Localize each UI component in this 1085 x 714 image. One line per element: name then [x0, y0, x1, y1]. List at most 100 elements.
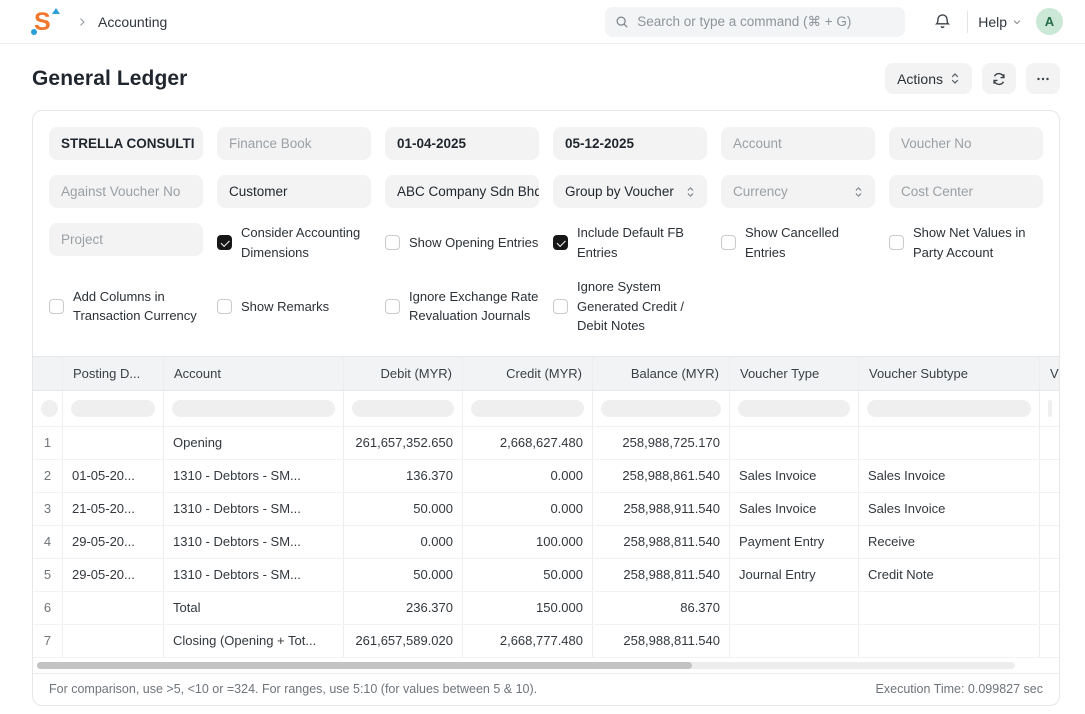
notifications-button[interactable] — [927, 7, 957, 37]
cell-credit-myr[interactable]: 150.000 — [463, 592, 593, 624]
from-date-filter[interactable]: 01-04-2025 — [385, 127, 539, 160]
refresh-button[interactable] — [982, 63, 1016, 94]
company-filter[interactable]: STRELLA CONSULTI — [49, 127, 203, 160]
checkbox-ignore-exchange-rate-revaluation-journals[interactable]: Ignore Exchange Rate Revaluation Journal… — [385, 277, 539, 336]
column-filter-input[interactable] — [352, 400, 454, 417]
app-logo-icon[interactable]: S — [34, 7, 58, 37]
checkbox-add-columns-in-transaction-currency[interactable]: Add Columns in Transaction Currency — [49, 277, 203, 336]
cell-posting-d[interactable] — [63, 592, 164, 624]
cell-balance-myr[interactable]: 258,988,725.170 — [593, 427, 730, 459]
checkbox-show-net-values-in-party-account[interactable]: Show Net Values in Party Account — [889, 223, 1043, 262]
checkbox-ignore-system-generated-credit-debit-notes[interactable]: Ignore System Generated Credit / Debit N… — [553, 277, 707, 336]
against-voucher-no-filter[interactable] — [49, 175, 203, 208]
column-header-voucher-type[interactable]: Voucher Type — [730, 357, 859, 390]
cell-v[interactable] — [1040, 625, 1060, 657]
cell-voucher-subtype[interactable]: Credit Note — [859, 559, 1040, 591]
cell-voucher-subtype[interactable] — [859, 625, 1040, 657]
account-filter[interactable] — [721, 127, 875, 160]
column-filter-input[interactable] — [738, 400, 850, 417]
cell-balance-myr[interactable]: 258,988,811.540 — [593, 559, 730, 591]
party-filter[interactable]: ABC Company Sdn Bhd — [385, 175, 539, 208]
cell-debit-myr[interactable]: 50.000 — [344, 493, 463, 525]
cell-balance-myr[interactable]: 258,988,911.540 — [593, 493, 730, 525]
help-menu[interactable]: Help — [978, 14, 1022, 30]
checkbox-show-remarks[interactable]: Show Remarks — [217, 277, 371, 336]
currency-select[interactable]: Currency — [721, 175, 875, 208]
column-filter-input[interactable] — [71, 400, 155, 417]
cell-credit-myr[interactable]: 2,668,627.480 — [463, 427, 593, 459]
cell-credit-myr[interactable]: 0.000 — [463, 460, 593, 492]
cell-credit-myr[interactable]: 2,668,777.480 — [463, 625, 593, 657]
cell-debit-myr[interactable]: 236.370 — [344, 592, 463, 624]
cell-voucher-subtype[interactable]: Sales Invoice — [859, 460, 1040, 492]
cell-balance-myr[interactable]: 258,988,811.540 — [593, 625, 730, 657]
project-filter[interactable] — [49, 223, 203, 256]
cell-voucher-subtype[interactable]: Receive — [859, 526, 1040, 558]
column-header-row-number[interactable] — [33, 357, 63, 390]
checkbox-include-default-fb-entries[interactable]: Include Default FB Entries — [553, 223, 707, 262]
cell-balance-myr[interactable]: 258,988,811.540 — [593, 526, 730, 558]
cell-posting-d[interactable]: 29-05-20... — [63, 559, 164, 591]
cell-voucher-type[interactable] — [730, 625, 859, 657]
avatar[interactable]: A — [1036, 8, 1063, 35]
cell-account[interactable]: 1310 - Debtors - SM... — [164, 559, 344, 591]
voucher-no-filter[interactable] — [889, 127, 1043, 160]
cell-v[interactable] — [1040, 427, 1060, 459]
cell-voucher-type[interactable]: Sales Invoice — [730, 460, 859, 492]
party-type-filter[interactable]: Customer — [217, 175, 371, 208]
search-input[interactable] — [637, 14, 895, 29]
checkbox-consider-accounting-dimensions[interactable]: Consider Accounting Dimensions — [217, 223, 371, 262]
column-filter-input[interactable] — [601, 400, 721, 417]
to-date-filter[interactable]: 05-12-2025 — [553, 127, 707, 160]
global-search[interactable] — [605, 7, 905, 37]
cell-account[interactable]: 1310 - Debtors - SM... — [164, 460, 344, 492]
cell-posting-d[interactable] — [63, 625, 164, 657]
cell-debit-myr[interactable]: 261,657,352.650 — [344, 427, 463, 459]
cell-balance-myr[interactable]: 86.370 — [593, 592, 730, 624]
actions-button[interactable]: Actions — [885, 63, 972, 94]
column-filter-input[interactable] — [172, 400, 335, 417]
cell-account[interactable]: Opening — [164, 427, 344, 459]
column-header-balance-myr[interactable]: Balance (MYR) — [593, 357, 730, 390]
column-header-v[interactable]: V — [1040, 357, 1060, 390]
cell-voucher-type[interactable]: Journal Entry — [730, 559, 859, 591]
cell-account[interactable]: Total — [164, 592, 344, 624]
cell-voucher-type[interactable]: Payment Entry — [730, 526, 859, 558]
scrollbar-thumb[interactable] — [37, 662, 692, 669]
cell-debit-myr[interactable]: 0.000 — [344, 526, 463, 558]
cell-voucher-subtype[interactable]: Sales Invoice — [859, 493, 1040, 525]
column-header-posting-d[interactable]: Posting D... — [63, 357, 164, 390]
column-header-account[interactable]: Account — [164, 357, 344, 390]
cell-debit-myr[interactable]: 136.370 — [344, 460, 463, 492]
cost-center-filter[interactable] — [889, 175, 1043, 208]
scrollbar-track[interactable] — [37, 662, 1015, 669]
column-filter-input[interactable] — [867, 400, 1031, 417]
cell-credit-myr[interactable]: 100.000 — [463, 526, 593, 558]
cell-account[interactable]: 1310 - Debtors - SM... — [164, 493, 344, 525]
breadcrumb[interactable]: Accounting — [98, 14, 167, 30]
cell-v[interactable] — [1040, 592, 1060, 624]
cell-balance-myr[interactable]: 258,988,861.540 — [593, 460, 730, 492]
cell-account[interactable]: Closing (Opening + Tot... — [164, 625, 344, 657]
cell-voucher-type[interactable] — [730, 427, 859, 459]
cell-posting-d[interactable]: 21-05-20... — [63, 493, 164, 525]
cell-posting-d[interactable] — [63, 427, 164, 459]
column-filter-input[interactable] — [41, 400, 58, 417]
checkbox-show-opening-entries[interactable]: Show Opening Entries — [385, 223, 539, 262]
column-filter-input[interactable] — [1048, 400, 1052, 417]
column-header-credit-myr[interactable]: Credit (MYR) — [463, 357, 593, 390]
cell-v[interactable] — [1040, 526, 1060, 558]
finance-book-filter[interactable] — [217, 127, 371, 160]
cell-posting-d[interactable]: 29-05-20... — [63, 526, 164, 558]
cell-voucher-subtype[interactable] — [859, 592, 1040, 624]
cell-debit-myr[interactable]: 50.000 — [344, 559, 463, 591]
cell-posting-d[interactable]: 01-05-20... — [63, 460, 164, 492]
column-filter-input[interactable] — [471, 400, 584, 417]
checkbox-show-cancelled-entries[interactable]: Show Cancelled Entries — [721, 223, 875, 262]
cell-credit-myr[interactable]: 0.000 — [463, 493, 593, 525]
more-menu-button[interactable] — [1026, 63, 1060, 94]
cell-v[interactable] — [1040, 493, 1060, 525]
cell-v[interactable] — [1040, 460, 1060, 492]
group-by-select[interactable]: Group by Voucher — [553, 175, 707, 208]
cell-debit-myr[interactable]: 261,657,589.020 — [344, 625, 463, 657]
